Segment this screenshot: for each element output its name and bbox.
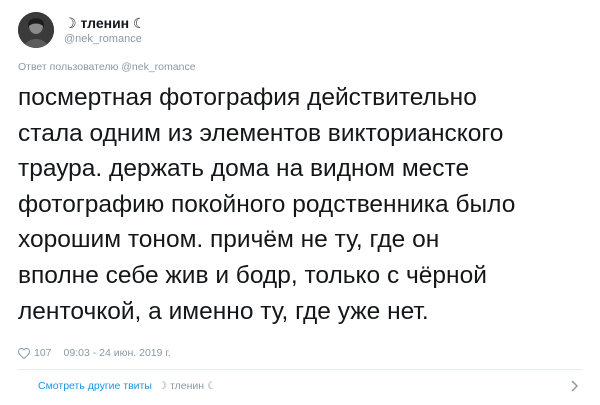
tweet-header: ☽ тленин ☾ @nek_romance — [18, 10, 146, 50]
tweet-text-line: стала одним из элементов викторианского — [18, 119, 504, 147]
tweet-meta: 107 09:03 - 24 июн. 2019 г. — [18, 347, 171, 359]
tweet-text-line: ленточкой, а именно ту, где уже нет. — [18, 297, 429, 325]
tweet-text-line: вполне себе жив и бодр, только с чёрной — [18, 261, 487, 289]
author-display-name[interactable]: ☽ тленин ☾ — [64, 15, 146, 32]
like-count: 107 — [34, 347, 52, 359]
more-tweets-link[interactable]: Смотреть другие твиты ☽ тленин ☾ — [18, 375, 582, 397]
more-tweets-text: Смотреть другие твиты — [38, 380, 152, 392]
more-tweets-handle: ☽ тленин ☾ — [155, 380, 217, 392]
more-tweets-label[interactable]: Смотреть другие твиты ☽ тленин ☾ — [18, 380, 216, 392]
tweet-card: ☽ тленин ☾ @nek_romance Ответ пользовате… — [0, 0, 600, 405]
divider — [18, 369, 582, 370]
more-tweets-handle-text: ☽ тленин ☾ — [157, 380, 217, 392]
tweet-text: посмертная фотография действительно стал… — [18, 80, 588, 329]
heart-icon[interactable] — [18, 347, 30, 359]
author-names: ☽ тленин ☾ @nek_romance — [64, 15, 146, 46]
tweet-text-line: траура. держать дома на видном месте — [18, 155, 470, 183]
tweet-timestamp[interactable]: 09:03 - 24 июн. 2019 г. — [64, 347, 171, 359]
chevron-right-icon[interactable] — [570, 380, 582, 392]
reply-to-label: Ответ пользователю @nek_romance — [18, 61, 196, 73]
tweet-text-line: фотографию покойного родственника было — [18, 190, 516, 218]
author-handle[interactable]: @nek_romance — [64, 32, 146, 46]
avatar[interactable] — [18, 12, 54, 48]
tweet-text-line: посмертная фотография действительно — [18, 84, 477, 111]
tweet-text-line: хорошим тоном. причём не ту, где он — [18, 226, 440, 254]
